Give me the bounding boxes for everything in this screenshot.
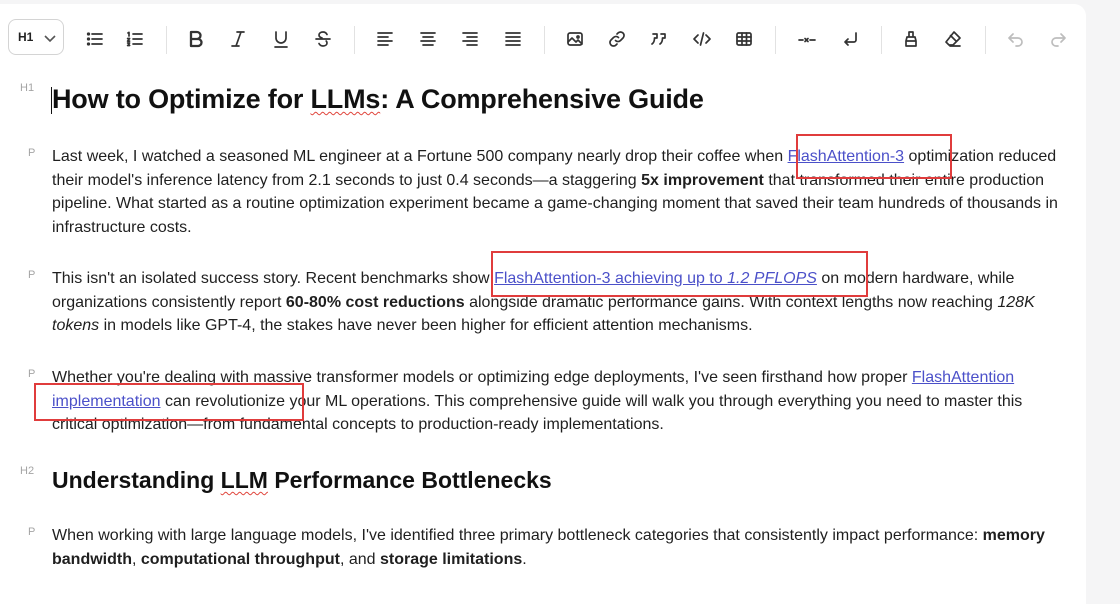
paragraph-1[interactable]: Last week, I watched a seasoned ML engin… bbox=[52, 145, 1062, 239]
toolbar-divider bbox=[354, 26, 355, 54]
paragraph-3[interactable]: Whether you're dealing with massive tran… bbox=[52, 366, 1062, 437]
block-type-label: H2 bbox=[20, 465, 35, 477]
section-heading-h2[interactable]: Understanding LLM Performance Bottleneck… bbox=[52, 465, 552, 495]
underline-button[interactable] bbox=[268, 26, 294, 52]
horizontal-rule-button[interactable] bbox=[794, 26, 820, 52]
ordered-list-button[interactable] bbox=[122, 26, 148, 52]
strikethrough-icon bbox=[315, 31, 331, 47]
insert-link-button[interactable] bbox=[604, 26, 630, 52]
align-justify-icon bbox=[505, 32, 521, 46]
code-icon bbox=[693, 32, 711, 46]
block-type-label: P bbox=[28, 269, 36, 281]
hard-break-button[interactable] bbox=[837, 26, 863, 52]
underline-icon bbox=[274, 31, 288, 48]
italic-button[interactable] bbox=[225, 26, 251, 52]
paragraph-2[interactable]: This isn't an isolated success story. Re… bbox=[52, 267, 1062, 338]
chevron-down-icon bbox=[44, 35, 56, 43]
undo-button[interactable] bbox=[1003, 26, 1029, 52]
insert-table-button[interactable] bbox=[731, 26, 757, 52]
editor-toolbar: H1 bbox=[0, 4, 1086, 70]
clear-format-icon bbox=[945, 31, 961, 47]
spellcheck-word: LLMs bbox=[310, 84, 381, 114]
block-type-label: P bbox=[28, 526, 36, 538]
spellcheck-word: LLM bbox=[220, 467, 268, 493]
link-flashattention-3[interactable]: FlashAttention-3 bbox=[788, 148, 905, 165]
paragraph-4[interactable]: When working with large language models,… bbox=[52, 524, 1062, 571]
align-center-icon bbox=[420, 32, 436, 46]
bold-button[interactable] bbox=[183, 26, 209, 52]
redo-button[interactable] bbox=[1045, 26, 1071, 52]
italic-icon bbox=[231, 31, 245, 47]
heading-level-select[interactable]: H1 bbox=[8, 19, 64, 55]
block-type-label: H1 bbox=[20, 82, 35, 94]
redo-icon bbox=[1051, 33, 1066, 47]
ordered-list-icon bbox=[126, 31, 143, 47]
link-flashattention-3-pflops[interactable]: FlashAttention-3 achieving up to 1.2 PFL… bbox=[494, 270, 817, 287]
link-icon bbox=[609, 31, 625, 47]
insert-image-button[interactable] bbox=[562, 26, 588, 52]
align-right-button[interactable] bbox=[457, 26, 483, 52]
heading-level-value: H1 bbox=[18, 30, 34, 44]
horizontal-rule-icon bbox=[798, 37, 816, 43]
undo-icon bbox=[1008, 33, 1023, 47]
strikethrough-button[interactable] bbox=[310, 26, 336, 52]
toolbar-divider bbox=[544, 26, 545, 54]
table-icon bbox=[736, 32, 752, 46]
hard-break-icon bbox=[844, 32, 857, 46]
toolbar-divider bbox=[985, 26, 986, 54]
toolbar-divider bbox=[775, 26, 776, 54]
align-justify-button[interactable] bbox=[500, 26, 526, 52]
align-left-button[interactable] bbox=[372, 26, 398, 52]
document-title-h1[interactable]: How to Optimize for LLMs: A Comprehensiv… bbox=[52, 82, 704, 116]
toolbar-divider bbox=[166, 26, 167, 54]
quote-icon bbox=[651, 33, 666, 45]
align-center-button[interactable] bbox=[415, 26, 441, 52]
clear-format-button[interactable] bbox=[940, 26, 966, 52]
blockquote-button[interactable] bbox=[646, 26, 672, 52]
highlight-icon bbox=[905, 31, 917, 47]
image-icon bbox=[567, 32, 583, 46]
bold-icon bbox=[189, 30, 203, 48]
align-right-icon bbox=[462, 32, 478, 46]
bullet-list-button[interactable] bbox=[82, 26, 108, 52]
code-button[interactable] bbox=[689, 26, 715, 52]
toolbar-divider bbox=[881, 26, 882, 54]
bullet-list-icon bbox=[86, 32, 103, 46]
highlight-button[interactable] bbox=[898, 26, 924, 52]
align-left-icon bbox=[377, 32, 393, 46]
block-type-label: P bbox=[28, 368, 36, 380]
block-type-label: P bbox=[28, 147, 36, 159]
